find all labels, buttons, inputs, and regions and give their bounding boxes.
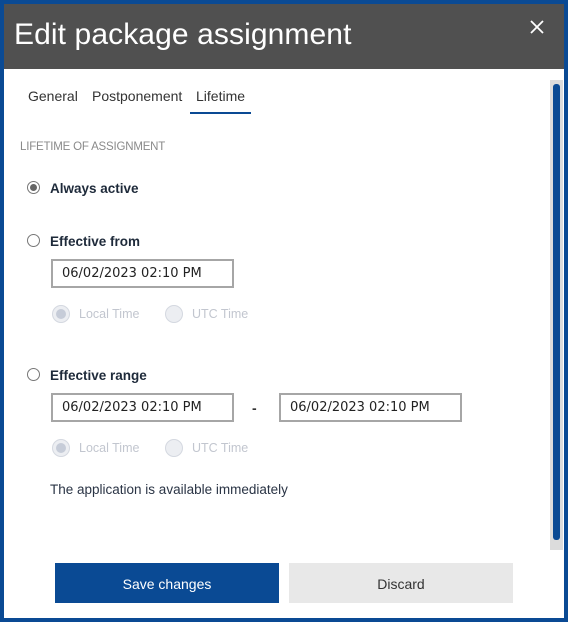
tab-lifetime[interactable]: Lifetime — [190, 84, 252, 114]
tab-postponement[interactable]: Postponement — [86, 84, 188, 112]
effective-range-start-input[interactable]: 06/02/2023 02:10 PM — [51, 393, 234, 422]
discard-button[interactable]: Discard — [289, 563, 513, 603]
effective-range-utc-time-radio[interactable] — [165, 439, 183, 457]
dialog-title: Edit package assignment — [14, 18, 352, 51]
edit-package-assignment-dialog: Edit package assignment General Postpone… — [4, 4, 564, 618]
section-label: LIFETIME OF ASSIGNMENT — [20, 141, 166, 153]
effective-from-local-time-radio[interactable] — [52, 305, 70, 323]
availability-info-text: The application is available immediately — [50, 482, 288, 497]
effective-range-utc-time-label: UTC Time — [192, 441, 249, 455]
range-separator: - — [252, 400, 257, 416]
scrollbar-thumb[interactable] — [553, 84, 560, 540]
effective-range-radio[interactable] — [27, 368, 40, 381]
always-active-radio[interactable] — [27, 181, 40, 194]
effective-range-end-input[interactable]: 06/02/2023 02:10 PM — [279, 393, 462, 422]
close-icon — [530, 20, 544, 34]
effective-from-radio[interactable] — [27, 234, 40, 247]
dialog-header: Edit package assignment — [4, 4, 564, 69]
effective-range-local-time-label: Local Time — [79, 441, 140, 455]
effective-range-label: Effective range — [50, 368, 147, 383]
effective-from-utc-time-radio[interactable] — [165, 305, 183, 323]
effective-from-date-input[interactable]: 06/02/2023 02:10 PM — [51, 259, 234, 288]
effective-from-label: Effective from — [50, 234, 141, 249]
tab-general[interactable]: General — [22, 84, 84, 112]
close-button[interactable] — [526, 16, 548, 38]
always-active-label: Always active — [50, 181, 139, 196]
effective-from-utc-time-label: UTC Time — [192, 307, 249, 321]
effective-from-local-time-label: Local Time — [79, 307, 140, 321]
save-changes-button[interactable]: Save changes — [55, 563, 279, 603]
effective-range-local-time-radio[interactable] — [52, 439, 70, 457]
